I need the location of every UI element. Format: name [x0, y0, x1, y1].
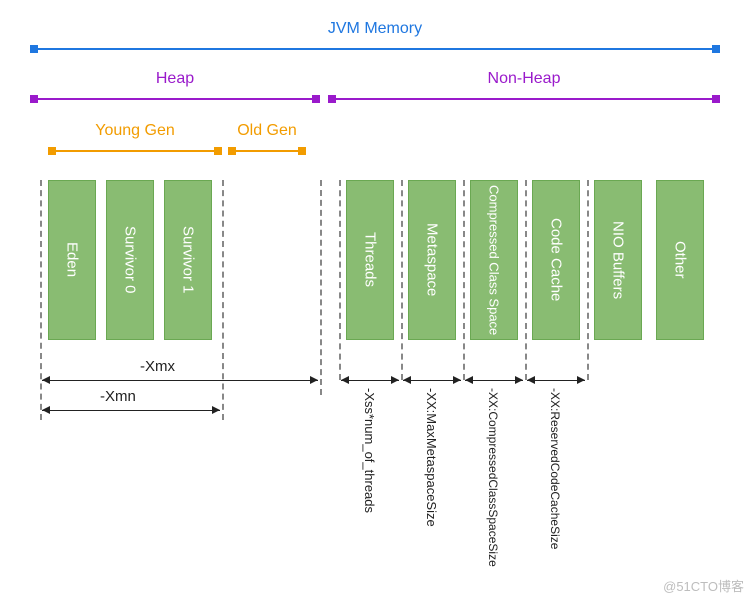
box-survivor-1: Survivor 1	[164, 180, 212, 340]
heap-bracket	[30, 94, 320, 104]
flag-metaspace: -XX:MaxMetaspaceSize	[424, 388, 439, 527]
box-code-cache: Code Cache	[532, 180, 580, 340]
dash-young-end	[222, 180, 224, 420]
dash-heap-end	[320, 180, 322, 395]
heap-label: Heap	[30, 70, 320, 88]
jvm-memory-bracket	[30, 44, 720, 54]
flag-codecache: -XX:ReservedCodeCacheSize	[548, 388, 562, 549]
ccs-arrow	[465, 380, 523, 381]
old-gen-label: Old Gen	[228, 122, 306, 140]
jvm-memory-label: JVM Memory	[30, 20, 720, 38]
codecache-arrow	[527, 380, 585, 381]
dash-heap-start	[40, 180, 42, 420]
dash-meta-r	[463, 180, 465, 380]
young-gen-label: Young Gen	[48, 122, 222, 140]
dash-threads-l	[339, 180, 341, 380]
box-threads: Threads	[346, 180, 394, 340]
xmn-arrow	[42, 410, 220, 411]
xmx-arrow	[42, 380, 318, 381]
dash-ccs-r	[525, 180, 527, 380]
dash-threads-r	[401, 180, 403, 380]
box-compressed-class-space: Compressed Class Space	[470, 180, 518, 340]
xmn-label: -Xmn	[100, 388, 136, 405]
flag-ccs: -XX:CompressedClassSpaceSize	[486, 388, 500, 567]
box-other: Other	[656, 180, 704, 340]
metaspace-arrow	[403, 380, 461, 381]
box-metaspace: Metaspace	[408, 180, 456, 340]
dash-codecache-r	[587, 180, 589, 380]
box-survivor-0: Survivor 0	[106, 180, 154, 340]
box-nio-buffers: NIO Buffers	[594, 180, 642, 340]
box-eden: Eden	[48, 180, 96, 340]
nonheap-bracket	[328, 94, 720, 104]
threads-arrow	[341, 380, 399, 381]
old-gen-bracket	[228, 146, 306, 156]
flag-threads: -Xss*num_of_threads	[362, 388, 377, 513]
watermark: @51CTO博客	[663, 576, 744, 595]
xmx-label: -Xmx	[140, 358, 175, 375]
young-gen-bracket	[48, 146, 222, 156]
nonheap-label: Non-Heap	[328, 70, 720, 88]
